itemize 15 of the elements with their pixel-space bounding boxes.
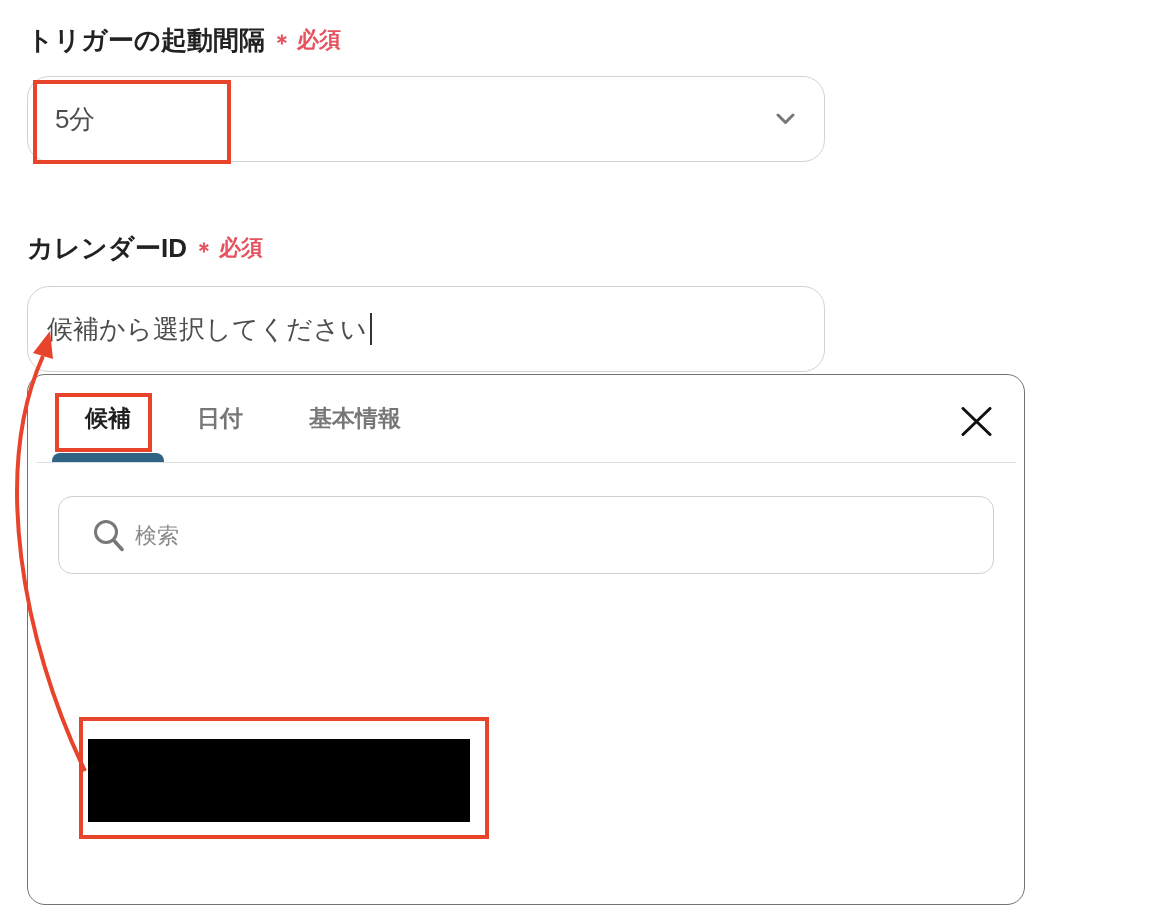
calendar-id-field[interactable]: 候補から選択してください — [27, 286, 825, 372]
tab[interactable]: 基本情報 — [276, 383, 434, 453]
interval-select[interactable]: 5分 — [27, 76, 825, 162]
close-icon[interactable] — [961, 407, 992, 436]
required-label: 必須 — [297, 26, 341, 54]
required-asterisk: ＊ — [271, 30, 293, 56]
tab[interactable]: 候補 — [52, 383, 164, 453]
required-label: 必須 — [219, 234, 263, 262]
field-label: カレンダーID — [27, 232, 187, 265]
search-field[interactable]: 検索 — [58, 496, 994, 574]
search-icon — [93, 518, 124, 552]
chevron-down-icon — [776, 113, 795, 125]
required-asterisk: ＊ — [193, 238, 215, 264]
field-label: トリガーの起動間隔 — [27, 24, 265, 57]
tab[interactable]: 日付 — [164, 383, 276, 453]
